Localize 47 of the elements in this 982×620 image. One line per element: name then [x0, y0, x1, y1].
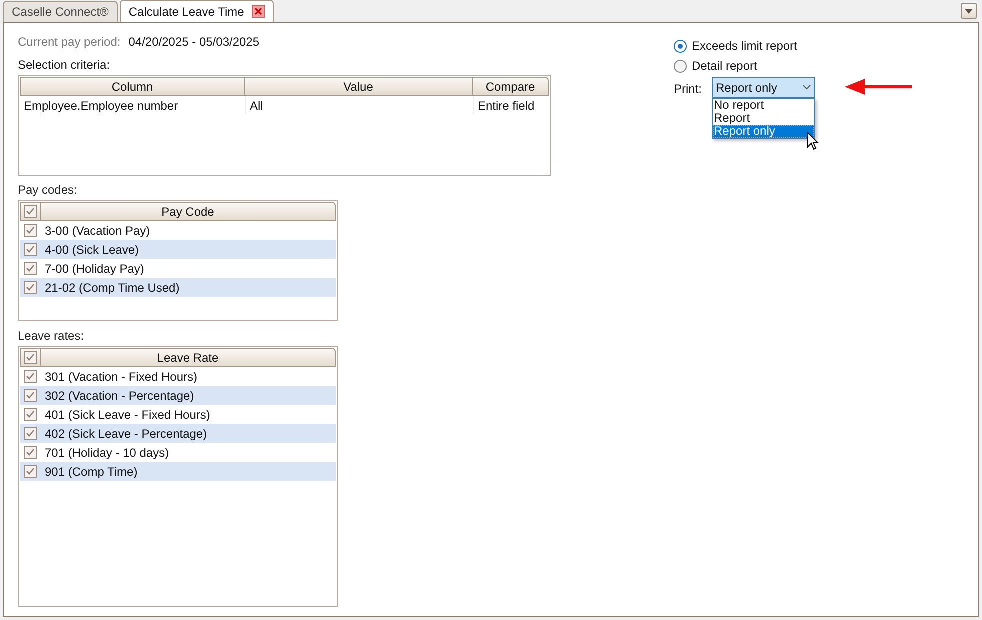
checkbox[interactable]: [24, 465, 37, 478]
section-label: Selection criteria:: [18, 57, 112, 74]
radio-label: Detail report: [692, 58, 758, 75]
tab[interactable]: Calculate Leave Time: [120, 0, 274, 22]
close-icon[interactable]: [252, 5, 266, 18]
field-label: Current pay period:: [18, 34, 121, 51]
tab-label: Caselle Connect®: [12, 4, 109, 21]
print-select[interactable]: Report only: [712, 77, 816, 98]
dropdown-option[interactable]: Report: [713, 112, 814, 125]
list-item[interactable]: 3-00 (Vacation Pay): [41, 222, 150, 240]
dropdown-option[interactable]: Report only: [713, 125, 814, 138]
checkbox[interactable]: [24, 281, 37, 294]
dropdown-icon[interactable]: [961, 3, 977, 19]
checkbox[interactable]: [24, 262, 37, 275]
column-header[interactable]: Pay Code: [41, 202, 336, 221]
column-header[interactable]: Compare: [473, 77, 549, 96]
radio-label: Exceeds limit report: [692, 38, 798, 55]
dropdown-option[interactable]: No report: [713, 99, 814, 112]
list-item[interactable]: 301 (Vacation - Fixed Hours): [41, 368, 198, 386]
column-header[interactable]: Column: [20, 77, 245, 96]
checkbox[interactable]: [24, 427, 37, 440]
checkbox[interactable]: [24, 224, 37, 237]
list-item[interactable]: 7-00 (Holiday Pay): [41, 260, 144, 278]
checkbox[interactable]: [24, 351, 37, 364]
radio-button[interactable]: [674, 40, 687, 52]
table-cell: Entire field: [473, 96, 549, 115]
tab-label: Calculate Leave Time: [128, 4, 244, 20]
column-header[interactable]: Value: [245, 77, 473, 96]
table-cell-text: Employee.Employee number: [23, 98, 180, 114]
table-cell: All: [245, 96, 473, 115]
pay-period-value: 04/20/2025 - 05/03/2025: [128, 34, 260, 51]
chevron-icon: [803, 85, 812, 90]
section-label: Pay codes:: [18, 182, 78, 199]
checkbox[interactable]: [24, 389, 37, 402]
checkbox[interactable]: [24, 408, 37, 421]
checkbox[interactable]: [24, 446, 37, 459]
radio-button[interactable]: [674, 60, 687, 72]
pointer-arrow: [845, 78, 912, 96]
list-item[interactable]: 401 (Sick Leave - Fixed Hours): [41, 406, 210, 424]
field-label: Print:: [674, 81, 702, 98]
list-item[interactable]: 701 (Holiday - 10 days): [41, 444, 170, 462]
tab[interactable]: Caselle Connect®: [3, 1, 118, 22]
checkbox[interactable]: [24, 243, 37, 256]
checkbox[interactable]: [24, 205, 37, 218]
column-header[interactable]: Leave Rate: [41, 348, 336, 367]
checkbox[interactable]: [24, 370, 37, 383]
section-label: Leave rates:: [18, 328, 86, 345]
